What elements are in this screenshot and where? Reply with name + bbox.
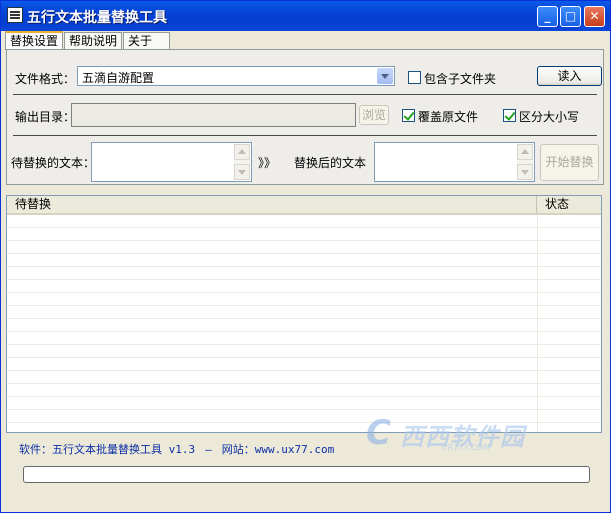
- read-button[interactable]: 读入: [537, 66, 602, 86]
- settings-panel: 文件格式： 五滴自游配置 包含子文件夹 读入 输出目录： 浏览 覆盖原文件 区分…: [6, 49, 604, 185]
- column-divider: [537, 215, 538, 432]
- window-title: 五行文本批量替换工具: [27, 10, 167, 26]
- footer-info: 软件：五行文本批量替换工具 v1.3 — 网站：www.ux77.com: [19, 441, 334, 457]
- overwrite-label: 覆盖原文件: [418, 110, 479, 124]
- overwrite-checkbox[interactable]: [402, 109, 415, 122]
- main-window: 五行文本批量替换工具 _ □ ✕ 替换设置 帮助说明 关于 文件格式： 五滴自游…: [0, 0, 611, 513]
- column-header-status[interactable]: 状态: [537, 196, 601, 213]
- scroll-up-icon[interactable]: [517, 144, 533, 160]
- app-icon: [7, 7, 23, 23]
- footer-dash: —: [205, 443, 212, 456]
- scroll-down-icon[interactable]: [234, 164, 250, 180]
- file-format-value: 五滴自游配置: [82, 71, 155, 85]
- include-subfolders-label: 包含子文件夹: [424, 72, 497, 86]
- replace-text-label: 替换后的文本: [294, 156, 367, 170]
- progress-bar: [23, 466, 590, 483]
- case-sensitive-checkbox[interactable]: [503, 109, 516, 122]
- browse-button[interactable]: 浏览: [359, 105, 389, 125]
- watermark-c-icon: C: [366, 413, 391, 453]
- list-header: 待替换 状态: [7, 196, 601, 215]
- find-text-scrollbar[interactable]: [234, 144, 250, 180]
- column-header-pending[interactable]: 待替换: [7, 196, 537, 213]
- maximize-button[interactable]: □: [560, 6, 581, 27]
- results-list[interactable]: 待替换 状态: [6, 195, 602, 433]
- output-dir-label: 输出目录：: [15, 110, 76, 124]
- list-grid: [7, 215, 601, 432]
- find-text-input[interactable]: [91, 142, 252, 182]
- watermark-url: CR173.COM: [442, 443, 490, 452]
- file-format-label: 文件格式：: [15, 72, 76, 86]
- replace-text-scrollbar[interactable]: [517, 144, 533, 180]
- close-button[interactable]: ✕: [584, 6, 605, 27]
- title-bar[interactable]: 五行文本批量替换工具 _ □ ✕: [1, 1, 610, 31]
- divider: [13, 135, 597, 136]
- file-format-select[interactable]: 五滴自游配置: [77, 66, 395, 86]
- case-sensitive-label: 区分大小写: [519, 110, 580, 124]
- minimize-button[interactable]: _: [537, 6, 558, 27]
- divider: [13, 94, 597, 95]
- tab-about[interactable]: 关于: [123, 32, 170, 49]
- include-subfolders-checkbox[interactable]: [408, 71, 421, 84]
- output-dir-field[interactable]: [71, 103, 356, 127]
- start-replace-button[interactable]: 开始替换: [540, 144, 599, 181]
- chevron-down-icon[interactable]: [377, 68, 393, 84]
- replace-text-input[interactable]: [374, 142, 535, 182]
- tab-help[interactable]: 帮助说明: [64, 32, 122, 49]
- scroll-down-icon[interactable]: [517, 164, 533, 180]
- arrow-label: 》》: [258, 156, 277, 170]
- watermark-logo: C 西西软件园 CR173.COM: [366, 413, 542, 453]
- scroll-up-icon[interactable]: [234, 144, 250, 160]
- website-info: 网站：www.ux77.com: [221, 443, 335, 456]
- software-info: 软件：五行文本批量替换工具 v1.3: [19, 443, 196, 456]
- find-text-label: 待替换的文本：: [11, 156, 96, 170]
- tab-replace-settings[interactable]: 替换设置: [5, 31, 63, 50]
